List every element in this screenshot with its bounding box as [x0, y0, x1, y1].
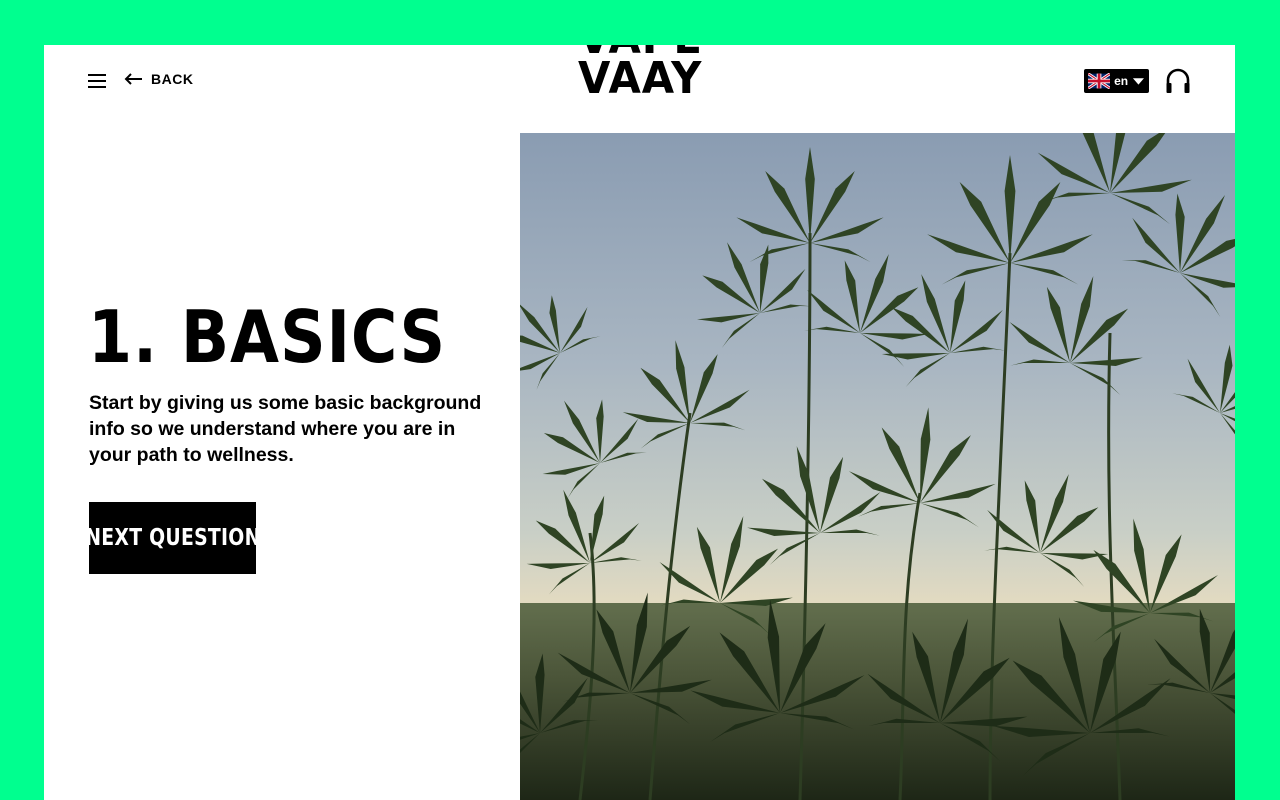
language-code: en	[1114, 74, 1129, 88]
headphones-icon[interactable]	[1164, 67, 1192, 95]
hamburger-menu-icon[interactable]	[88, 72, 106, 90]
page-title: 1. BASICS	[88, 295, 446, 379]
logo[interactable]: VAPE VAAY	[578, 45, 703, 105]
language-select[interactable]: en	[1084, 69, 1149, 93]
next-question-label: NEXT QUESTION	[84, 525, 261, 551]
back-label: BACK	[151, 71, 194, 87]
page-frame: BACK VAPE VAAY en 1. BASICS Start by giv…	[44, 45, 1235, 800]
uk-flag-icon	[1088, 73, 1111, 89]
caret-down-icon	[1133, 78, 1145, 85]
arrow-left-icon	[124, 73, 142, 85]
next-question-button[interactable]: NEXT QUESTION	[85, 502, 260, 574]
hero-image	[520, 133, 1235, 800]
back-button[interactable]: BACK	[123, 71, 193, 87]
logo-line-2: VAAY	[578, 53, 703, 105]
section-description: Start by giving us some basic background…	[89, 392, 482, 466]
